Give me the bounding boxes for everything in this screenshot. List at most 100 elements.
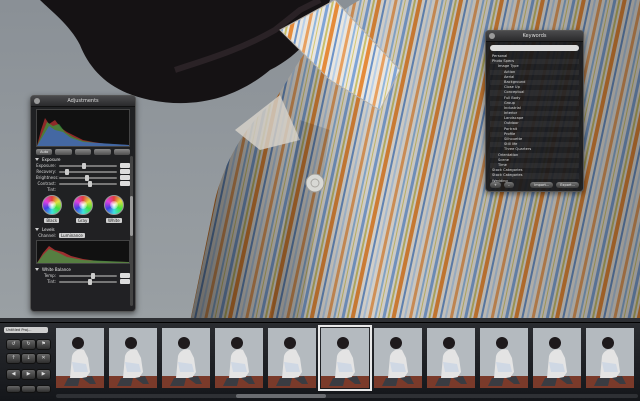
gray-tint-wheel[interactable] [72,195,93,215]
thumbnail-image [268,328,316,388]
redeye-button[interactable] [94,149,111,155]
tint-row: Tint: [36,187,130,192]
export-button[interactable]: Export... [556,181,579,188]
black-tint-wheel[interactable] [41,195,62,215]
filmstrip-thumbnail[interactable] [56,328,104,388]
play-icon: ▶ [26,371,31,377]
histogram [36,109,130,147]
previous-icon: ◀ [11,371,16,377]
import-button[interactable]: Import... [530,181,554,188]
add-keyword-button[interactable]: + [490,181,501,188]
adjustments-toolbar: Auto [36,149,131,155]
contrast-value[interactable] [120,181,130,186]
contrast-slider[interactable]: Contrast: [36,180,130,187]
reject-icon: ✕ [41,355,46,361]
brightness-slider[interactable]: Brightness: [36,174,130,181]
next-icon: ▶ [41,371,46,377]
white-tint-wheel[interactable] [104,195,125,215]
close-icon[interactable] [489,33,495,39]
adjustments-scrollbar[interactable] [130,156,133,306]
stamp-tool-button[interactable]: ↓ [21,353,36,364]
play-button[interactable]: ▶ [21,369,36,380]
brightness-value[interactable] [120,175,130,180]
levels-section-label: Levels [42,227,55,232]
thumbnail-image [427,328,475,388]
remove-keyword-button[interactable]: – [503,181,514,188]
thumbnail-image [162,328,210,388]
view-list-button[interactable] [21,385,36,393]
exposure-label: Exposure: [36,163,56,168]
filmstrip-scrollbar[interactable] [56,394,638,398]
filmstrip-thumbnail[interactable] [215,328,263,388]
filmstrip-thumbnail[interactable] [318,325,372,391]
previous-button[interactable]: ◀ [6,369,21,380]
exposure-section-label: Exposure [42,157,61,162]
view-grid-button[interactable] [6,385,21,393]
filmstrip-thumbnail[interactable] [374,328,422,388]
reject-button[interactable]: ✕ [36,353,51,364]
rotate-right-button[interactable]: ↻ [21,339,36,350]
wb-tint-label: Tint: [47,279,56,284]
white-balance-section-label: White Balance [42,267,71,272]
recovery-label: Recovery: [36,169,56,174]
adjustments-title-bar[interactable]: Adjustments [31,96,135,107]
filmstrip-thumbnail[interactable] [533,328,581,388]
disclosure-triangle-icon[interactable] [35,158,39,161]
browser-panel: Untitled Proj... ↺ ↻ ⚑ ↑ ↓ ✕ ◀ ▶ ▶ [0,322,640,401]
keyword-list[interactable]: Personal Photo Specs Image Type Action Aeria… [490,54,579,184]
levels-section-header[interactable]: Levels [35,227,131,232]
tint-wheels [36,195,130,215]
wb-tint-slider[interactable]: Tint: [36,278,130,285]
white-button[interactable]: White [106,218,122,223]
auto-button[interactable]: Auto [36,149,53,155]
tint-wheel-buttons: Black Gray White [36,218,130,223]
straighten-button[interactable] [74,149,92,155]
filmstrip-thumbnail[interactable] [427,328,475,388]
adjustments-hud[interactable]: Adjustments Auto Exposure Exposure: Reco… [30,95,136,312]
thumbnail-image [56,328,104,388]
keywords-title-bar[interactable]: Keywords [486,31,583,42]
disclosure-triangle-icon[interactable] [35,268,39,271]
exposure-value[interactable] [120,163,130,168]
adjustments-title: Adjustments [67,98,99,104]
wb-temp-slider[interactable]: Temp: [36,272,130,279]
lift-tool-button[interactable]: ↑ [6,353,21,364]
filmstrip-thumbnail[interactable] [109,328,157,388]
channel-select[interactable]: Luminance [59,233,85,238]
flag-button[interactable]: ⚑ [36,339,51,350]
disclosure-triangle-icon[interactable] [35,228,39,231]
rotate-left-icon: ↺ [11,341,16,347]
keywords-footer: + – Import... Export... [490,181,579,188]
next-button[interactable]: ▶ [36,369,51,380]
rotate-left-button[interactable]: ↺ [6,339,21,350]
filmstrip-thumbnail[interactable] [586,328,634,388]
close-icon[interactable] [34,98,40,104]
filmstrip-thumbnail[interactable] [480,328,528,388]
wb-tint-value[interactable] [120,279,130,284]
black-button[interactable]: Black [44,218,60,223]
crop-button[interactable] [55,149,72,155]
filmstrip-thumbnail[interactable] [162,328,210,388]
keywords-hud[interactable]: Keywords Personal Photo Specs Image Type Ac… [485,30,584,192]
thumbnail-image [480,328,528,388]
gray-button[interactable]: Gray [75,218,90,223]
browser-controls: Untitled Proj... ↺ ↻ ⚑ ↑ ↓ ✕ ◀ ▶ ▶ [2,325,52,399]
temp-label: Temp: [43,273,56,278]
thumbnail-image [109,328,157,388]
keyword-search-field[interactable] [490,45,579,51]
temp-value[interactable] [120,273,130,278]
levels-histogram[interactable] [36,240,130,264]
filmstrip-thumbnail[interactable] [268,328,316,388]
recovery-value[interactable] [120,169,130,174]
thumbnail-image [215,328,263,388]
recovery-slider[interactable]: Recovery: [36,168,130,175]
view-filmstrip-button[interactable] [36,385,51,393]
white-balance-section-header[interactable]: White Balance [35,267,131,272]
filmstrip[interactable] [56,325,638,391]
exposure-slider[interactable]: Exposure: [36,162,130,169]
channel-row: Channel: Luminance [36,233,130,238]
project-field[interactable]: Untitled Proj... [4,327,48,333]
retouch-button[interactable] [113,149,131,155]
exposure-section-header[interactable]: Exposure [35,157,131,162]
stamp-icon: ↓ [26,355,31,361]
